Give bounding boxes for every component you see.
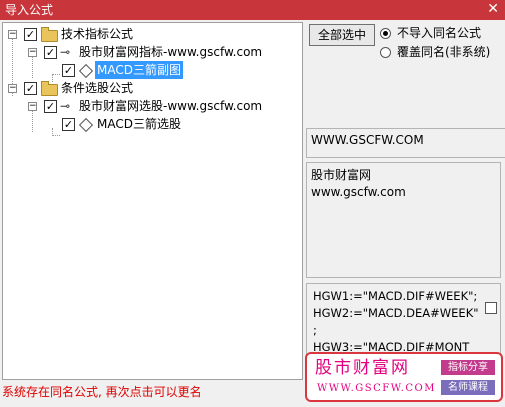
watermark-url: WWW.GSCFW.COM xyxy=(317,383,436,394)
radio-icon[interactable] xyxy=(380,28,391,39)
tree-checkbox[interactable]: ✓ xyxy=(62,118,75,131)
tree-checkbox[interactable]: ✓ xyxy=(44,100,57,113)
collapse-icon[interactable]: − xyxy=(28,48,37,57)
formula-url-field: WWW.GSCFW.COM xyxy=(306,128,505,158)
status-message: 系统存在同名公式, 再次点击可以更名 xyxy=(2,385,202,399)
tree-node-macd-screening[interactable]: ✓ MACD三箭选股 xyxy=(3,115,302,133)
tree-checkbox[interactable]: ✓ xyxy=(24,82,37,95)
import-formula-dialog: 导入公式 ✕ − ✓ 技术指标公式 − ✓ ⊸ 股市财富网指标-www.gscf… xyxy=(0,0,505,407)
key-icon: ⊸ xyxy=(60,99,71,113)
close-icon[interactable]: ✕ xyxy=(487,1,499,17)
tree-checkbox[interactable]: ✓ xyxy=(62,64,75,77)
formula-tree[interactable]: − ✓ 技术指标公式 − ✓ ⊸ 股市财富网指标-www.gscfw.com ✓… xyxy=(2,22,303,380)
tree-node-stock-screening[interactable]: − ✓ 条件选股公式 xyxy=(3,79,302,97)
formula-code-text: HGW1:="MACD.DIF#WEEK"; HGW2:="MACD.DEA#W… xyxy=(313,289,479,354)
radio-overwrite-same-name[interactable]: 覆盖同名(非系统) xyxy=(380,44,490,60)
folder-icon xyxy=(41,27,58,42)
watermark-tag-indicators: 指标分享 xyxy=(441,360,495,375)
collapse-icon[interactable]: − xyxy=(8,30,17,39)
description-line: www.gscfw.com xyxy=(311,185,406,199)
watermark-name: 股市财富网 xyxy=(315,358,410,378)
tree-node-gscfw-indicators[interactable]: − ✓ ⊸ 股市财富网指标-www.gscfw.com xyxy=(3,43,302,61)
code-checkbox[interactable] xyxy=(485,302,497,314)
formula-description: 股市财富网 www.gscfw.com xyxy=(306,162,501,278)
select-all-button[interactable]: 全部选中 xyxy=(309,24,375,46)
tree-line xyxy=(52,135,60,136)
watermark-tag-courses: 名师课程 xyxy=(441,380,495,395)
window-title: 导入公式 xyxy=(5,3,54,17)
description-line: 股市财富网 xyxy=(311,168,372,182)
formula-icon xyxy=(78,63,94,79)
tree-checkbox[interactable]: ✓ xyxy=(44,46,57,59)
tree-node-gscfw-screening[interactable]: − ✓ ⊸ 股市财富网选股-www.gscfw.com xyxy=(3,97,302,115)
gscfw-watermark-logo: 股市财富网 WWW.GSCFW.COM 指标分享 名师课程 xyxy=(305,352,503,402)
title-bar: 导入公式 ✕ xyxy=(0,0,505,20)
collapse-icon[interactable]: − xyxy=(28,102,37,111)
tree-node-macd-subchart[interactable]: ✓ MACD三箭副图 xyxy=(3,61,302,79)
tree-node-label: 股市财富网选股-www.gscfw.com xyxy=(79,99,263,113)
radio-label: 不导入同名公式 xyxy=(397,26,482,40)
collapse-icon[interactable]: − xyxy=(8,84,17,93)
radio-label: 覆盖同名(非系统) xyxy=(397,45,491,59)
key-icon: ⊸ xyxy=(60,45,71,59)
radio-icon[interactable] xyxy=(380,47,391,58)
tree-node-label: 条件选股公式 xyxy=(61,81,134,95)
radio-skip-same-name[interactable]: 不导入同名公式 xyxy=(380,25,481,41)
tree-node-tech-indicators[interactable]: − ✓ 技术指标公式 xyxy=(3,25,302,43)
tree-node-label: 股市财富网指标-www.gscfw.com xyxy=(79,45,263,59)
tree-checkbox[interactable]: ✓ xyxy=(24,28,37,41)
tree-node-label: MACD三箭副图 xyxy=(95,61,183,79)
folder-icon xyxy=(41,81,58,96)
tree-node-label: MACD三箭选股 xyxy=(97,117,181,131)
tree-node-label: 技术指标公式 xyxy=(61,27,134,41)
formula-icon xyxy=(78,117,94,133)
